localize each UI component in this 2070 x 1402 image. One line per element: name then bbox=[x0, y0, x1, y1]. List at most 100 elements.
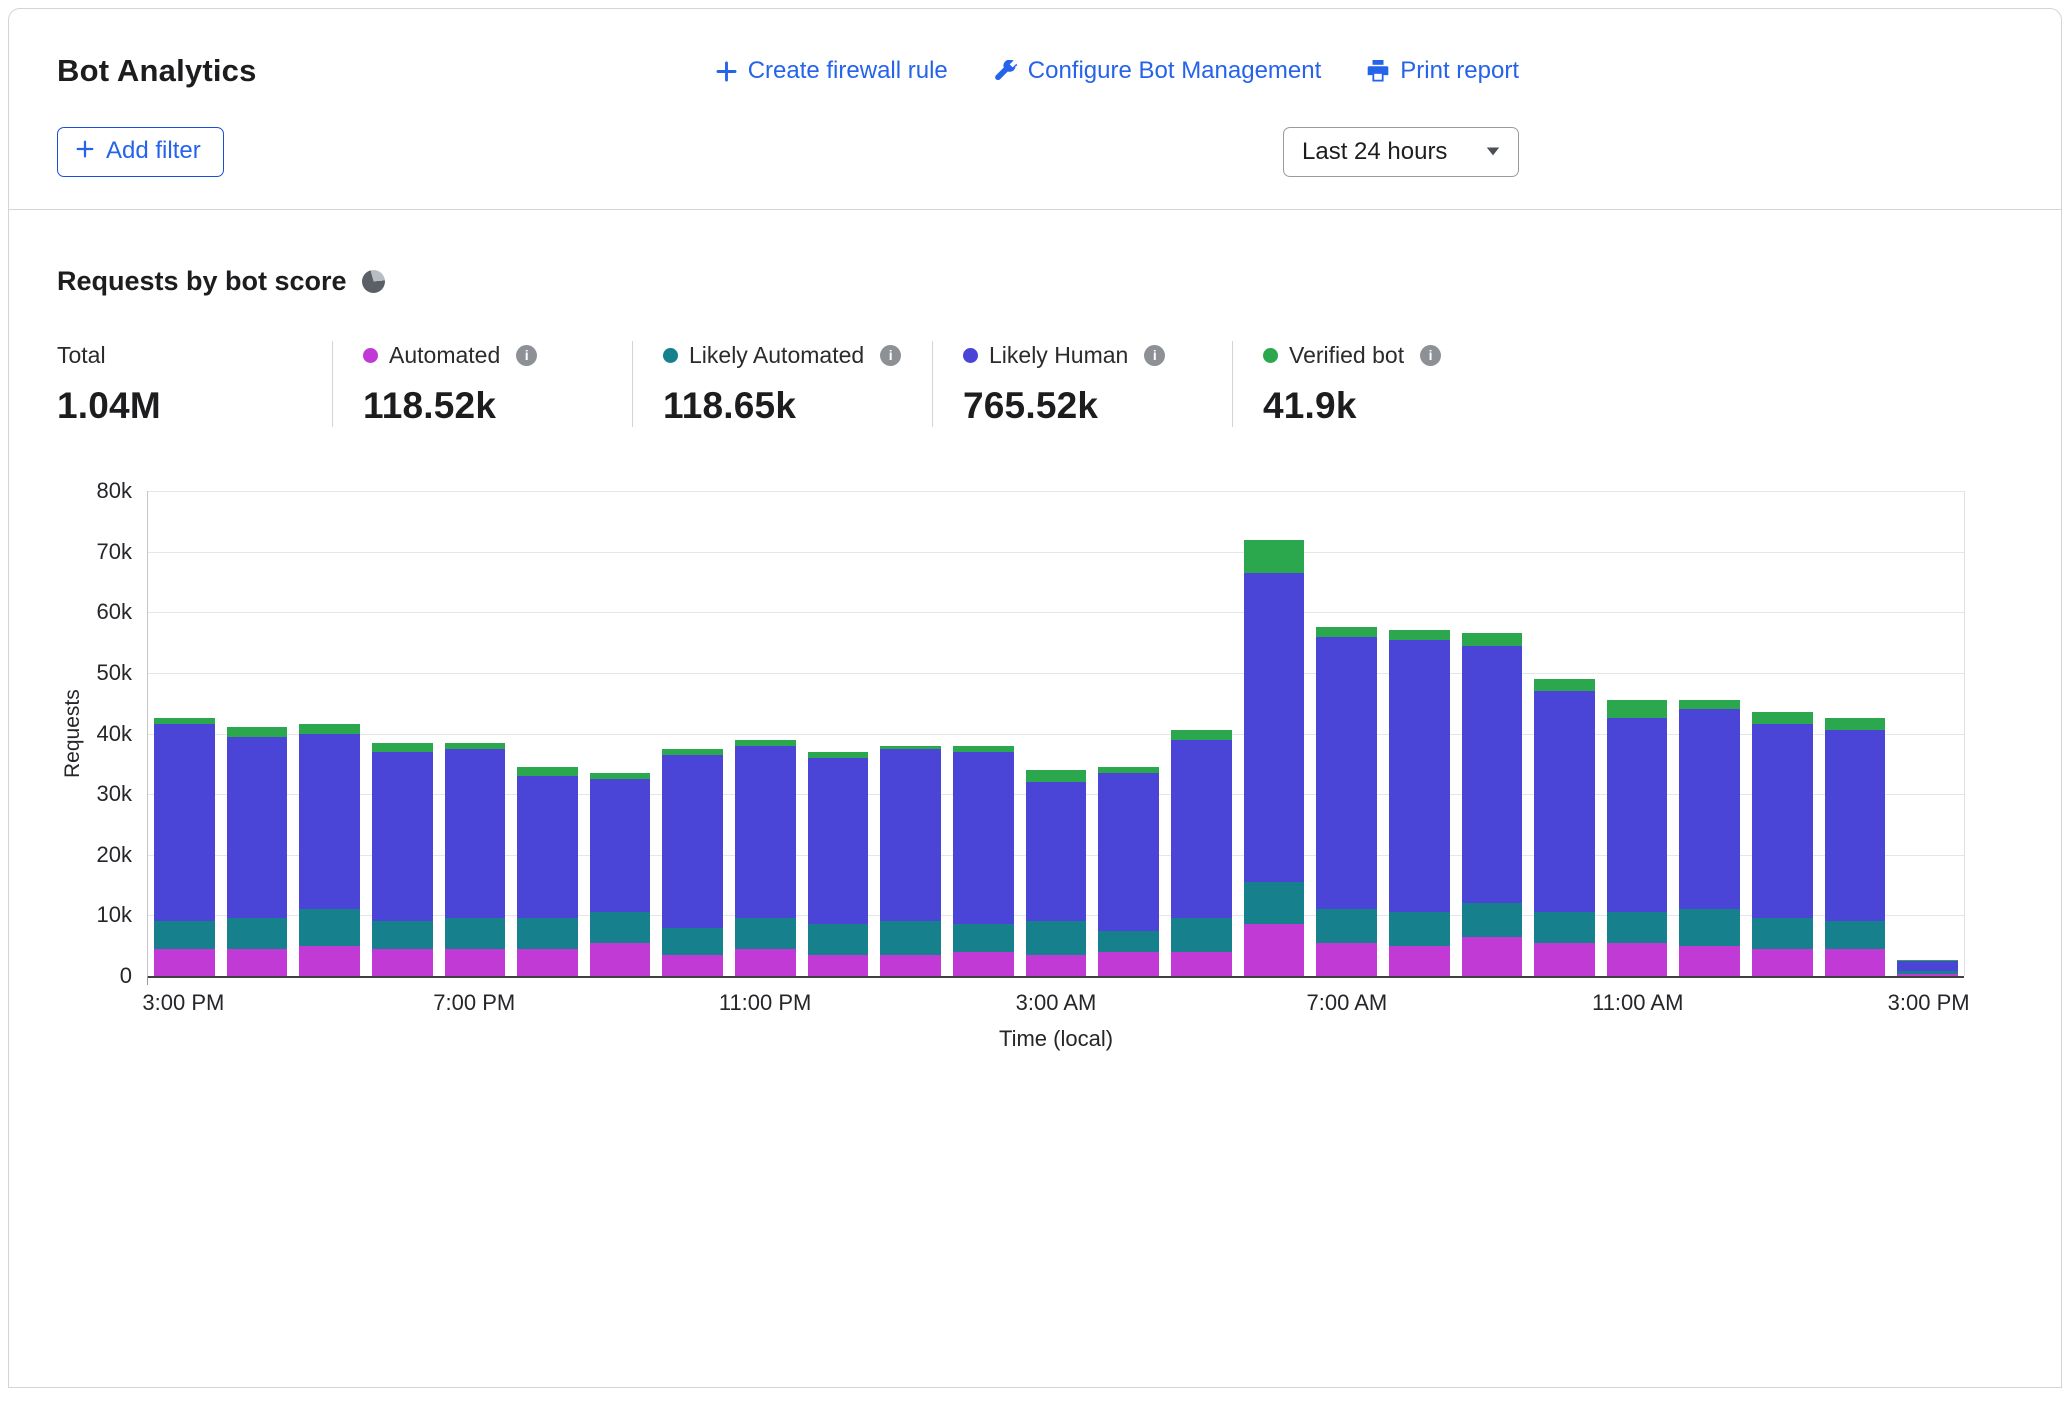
bar-segment-automated[interactable] bbox=[1026, 955, 1087, 976]
bar-19[interactable] bbox=[1534, 491, 1595, 976]
bar-segment-likely-human[interactable] bbox=[1679, 709, 1740, 909]
bar-4[interactable] bbox=[445, 491, 506, 976]
bar-0[interactable] bbox=[154, 491, 215, 976]
bar-20[interactable] bbox=[1607, 491, 1668, 976]
bar-segment-likely-automated[interactable] bbox=[372, 921, 433, 948]
bar-segment-likely-human[interactable] bbox=[1026, 782, 1087, 921]
bar-segment-likely-automated[interactable] bbox=[735, 918, 796, 948]
bar-segment-likely-automated[interactable] bbox=[1462, 903, 1523, 936]
bar-5[interactable] bbox=[517, 491, 578, 976]
bar-segment-verified-bot[interactable] bbox=[227, 727, 288, 736]
bar-segment-likely-human[interactable] bbox=[1171, 740, 1232, 919]
bar-segment-automated[interactable] bbox=[1752, 949, 1813, 976]
bar-segment-likely-automated[interactable] bbox=[154, 921, 215, 948]
bar-segment-likely-automated[interactable] bbox=[1825, 921, 1886, 948]
bar-3[interactable] bbox=[372, 491, 433, 976]
bar-segment-likely-human[interactable] bbox=[227, 737, 288, 919]
bar-segment-automated[interactable] bbox=[1244, 924, 1305, 976]
bar-segment-likely-automated[interactable] bbox=[1171, 918, 1232, 951]
bar-segment-automated[interactable] bbox=[1171, 952, 1232, 976]
bar-segment-likely-human[interactable] bbox=[1462, 646, 1523, 904]
bar-segment-automated[interactable] bbox=[517, 949, 578, 976]
bar-segment-likely-automated[interactable] bbox=[1098, 931, 1159, 952]
bar-segment-automated[interactable] bbox=[227, 949, 288, 976]
bar-segment-likely-automated[interactable] bbox=[1679, 909, 1740, 945]
bar-segment-likely-automated[interactable] bbox=[662, 928, 723, 955]
bar-segment-likely-automated[interactable] bbox=[953, 924, 1014, 951]
bar-segment-likely-human[interactable] bbox=[1825, 730, 1886, 921]
bar-segment-verified-bot[interactable] bbox=[1316, 627, 1377, 636]
bar-11[interactable] bbox=[953, 491, 1014, 976]
bar-segment-likely-human[interactable] bbox=[1752, 724, 1813, 918]
bar-segment-verified-bot[interactable] bbox=[1825, 718, 1886, 730]
bar-segment-verified-bot[interactable] bbox=[299, 724, 360, 733]
bar-segment-likely-automated[interactable] bbox=[1752, 918, 1813, 948]
bar-segment-automated[interactable] bbox=[1098, 952, 1159, 976]
bar-segment-automated[interactable] bbox=[590, 943, 651, 976]
bar-13[interactable] bbox=[1098, 491, 1159, 976]
bar-segment-likely-automated[interactable] bbox=[1534, 912, 1595, 942]
bar-segment-likely-human[interactable] bbox=[1607, 718, 1668, 912]
bar-2[interactable] bbox=[299, 491, 360, 976]
bar-segment-likely-automated[interactable] bbox=[227, 918, 288, 948]
bar-segment-likely-human[interactable] bbox=[154, 724, 215, 921]
bar-segment-likely-automated[interactable] bbox=[1026, 921, 1087, 954]
bar-segment-automated[interactable] bbox=[880, 955, 941, 976]
bar-segment-automated[interactable] bbox=[1897, 974, 1958, 976]
configure-bot-management-link[interactable]: Configure Bot Management bbox=[994, 57, 1322, 85]
print-report-link[interactable]: Print report bbox=[1367, 57, 1519, 85]
bar-segment-verified-bot[interactable] bbox=[1534, 679, 1595, 691]
bar-segment-likely-automated[interactable] bbox=[590, 912, 651, 942]
bar-segment-automated[interactable] bbox=[953, 952, 1014, 976]
bar-segment-verified-bot[interactable] bbox=[1679, 700, 1740, 709]
bar-24[interactable] bbox=[1897, 491, 1958, 976]
bar-segment-likely-automated[interactable] bbox=[1607, 912, 1668, 942]
bar-9[interactable] bbox=[808, 491, 869, 976]
bar-segment-verified-bot[interactable] bbox=[1752, 712, 1813, 724]
bar-22[interactable] bbox=[1752, 491, 1813, 976]
bar-segment-likely-human[interactable] bbox=[1897, 961, 1958, 971]
bar-10[interactable] bbox=[880, 491, 941, 976]
bar-segment-automated[interactable] bbox=[1462, 937, 1523, 976]
bar-14[interactable] bbox=[1171, 491, 1232, 976]
bar-segment-verified-bot[interactable] bbox=[1607, 700, 1668, 718]
bar-segment-automated[interactable] bbox=[1534, 943, 1595, 976]
info-icon[interactable] bbox=[880, 345, 901, 366]
bar-segment-automated[interactable] bbox=[735, 949, 796, 976]
bar-segment-likely-automated[interactable] bbox=[1316, 909, 1377, 942]
bar-segment-likely-human[interactable] bbox=[445, 749, 506, 919]
bar-18[interactable] bbox=[1462, 491, 1523, 976]
bar-1[interactable] bbox=[227, 491, 288, 976]
bar-segment-likely-automated[interactable] bbox=[808, 924, 869, 954]
bar-segment-verified-bot[interactable] bbox=[372, 743, 433, 752]
create-firewall-rule-link[interactable]: Create firewall rule bbox=[716, 57, 948, 85]
bar-segment-automated[interactable] bbox=[662, 955, 723, 976]
bar-segment-likely-human[interactable] bbox=[808, 758, 869, 925]
bar-segment-likely-automated[interactable] bbox=[299, 909, 360, 945]
bar-segment-likely-human[interactable] bbox=[1389, 640, 1450, 913]
bar-segment-automated[interactable] bbox=[372, 949, 433, 976]
info-icon[interactable] bbox=[1420, 345, 1441, 366]
bar-23[interactable] bbox=[1825, 491, 1886, 976]
bar-segment-automated[interactable] bbox=[299, 946, 360, 976]
bar-6[interactable] bbox=[590, 491, 651, 976]
bar-segment-likely-automated[interactable] bbox=[517, 918, 578, 948]
bar-segment-likely-human[interactable] bbox=[880, 749, 941, 922]
bar-12[interactable] bbox=[1026, 491, 1087, 976]
bar-segment-verified-bot[interactable] bbox=[1171, 730, 1232, 739]
bar-segment-automated[interactable] bbox=[1825, 949, 1886, 976]
info-icon[interactable] bbox=[516, 345, 537, 366]
bar-segment-automated[interactable] bbox=[445, 949, 506, 976]
bar-segment-verified-bot[interactable] bbox=[1389, 630, 1450, 639]
bar-segment-automated[interactable] bbox=[1679, 946, 1740, 976]
bar-21[interactable] bbox=[1679, 491, 1740, 976]
bar-17[interactable] bbox=[1389, 491, 1450, 976]
bar-segment-automated[interactable] bbox=[1607, 943, 1668, 976]
bar-segment-automated[interactable] bbox=[1389, 946, 1450, 976]
bar-segment-likely-human[interactable] bbox=[372, 752, 433, 922]
bar-segment-verified-bot[interactable] bbox=[1026, 770, 1087, 782]
bar-segment-likely-human[interactable] bbox=[299, 734, 360, 910]
bar-segment-likely-automated[interactable] bbox=[1389, 912, 1450, 945]
bar-segment-likely-human[interactable] bbox=[1534, 691, 1595, 912]
bar-segment-likely-automated[interactable] bbox=[880, 921, 941, 954]
